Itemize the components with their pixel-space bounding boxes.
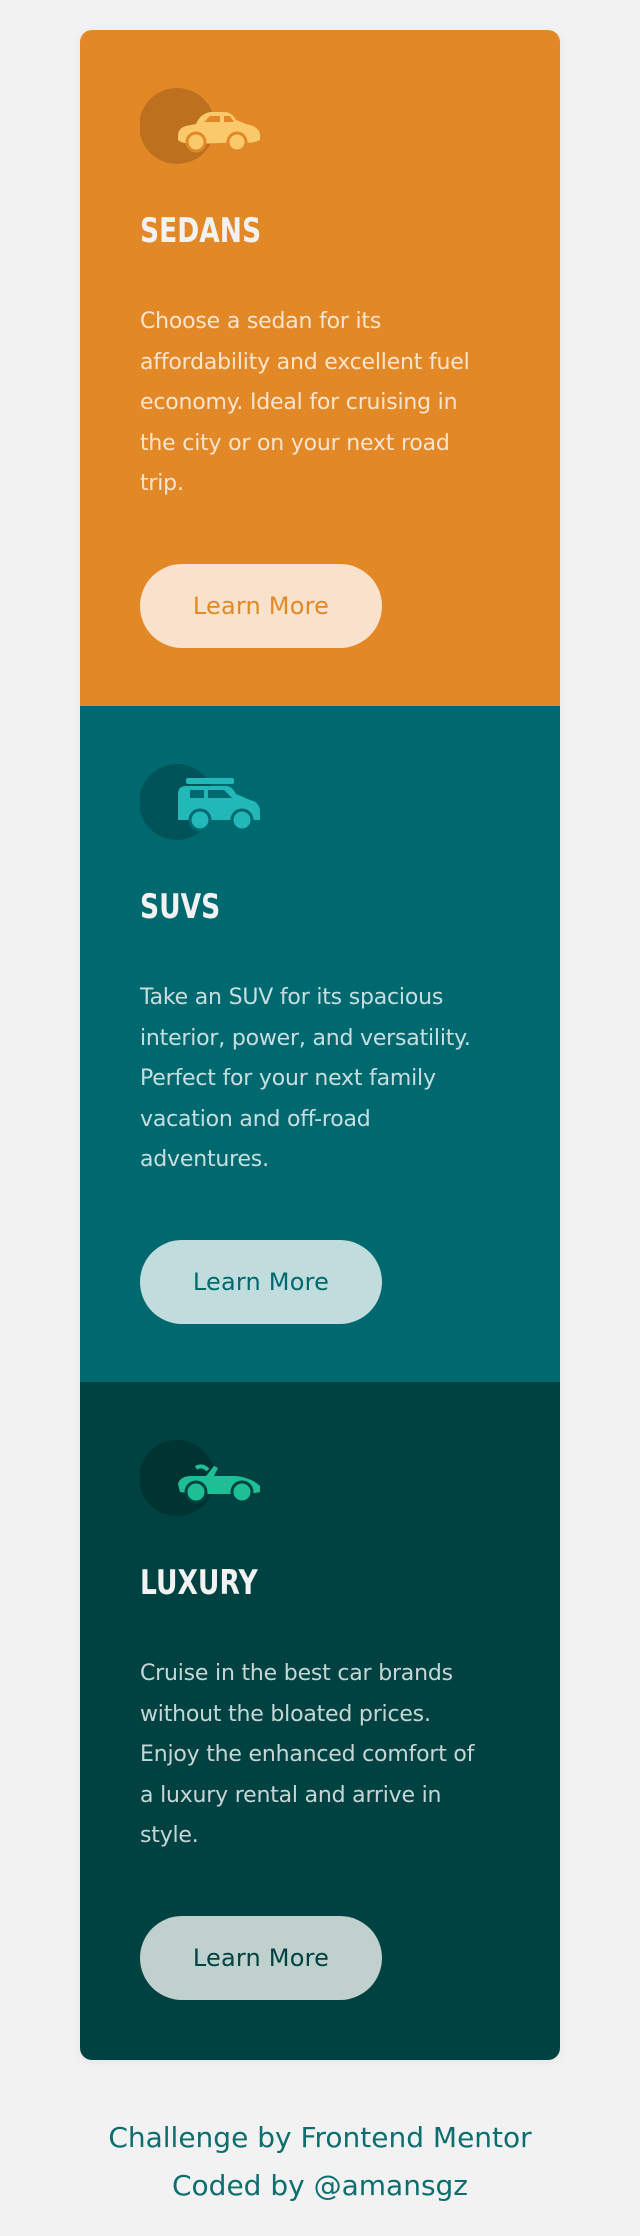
card-luxury: Luxury Cruise in the best car brands wit…	[80, 1382, 560, 2060]
learn-more-button[interactable]: Learn More	[140, 1916, 382, 2000]
card-suvs: SUVs Take an SUV for its spacious interi…	[80, 706, 560, 1382]
card-description: Cruise in the best car brands without th…	[140, 1661, 475, 1848]
card-title: Luxury	[140, 1563, 258, 1603]
card-title: Sedans	[140, 211, 262, 251]
learn-more-button[interactable]: Learn More	[140, 564, 382, 648]
luxury-car-icon	[140, 1440, 260, 1516]
card-group: Sedans Choose a sedan for its affordabil…	[80, 30, 560, 2060]
card-description: Take an SUV for its spacious interior, p…	[140, 985, 471, 1172]
sedan-car-icon	[140, 88, 260, 164]
learn-more-button[interactable]: Learn More	[140, 1240, 382, 1324]
page: Sedans Choose a sedan for its affordabil…	[0, 0, 640, 2236]
card-description: Choose a sedan for its affordability and…	[140, 309, 470, 496]
suv-car-icon	[140, 764, 260, 840]
card-title: SUVs	[140, 887, 221, 927]
attribution-challenge[interactable]: Challenge by Frontend Mentor	[0, 2114, 640, 2162]
card-sedans: Sedans Choose a sedan for its affordabil…	[80, 30, 560, 706]
attribution-coded-by[interactable]: Coded by @amansgz	[0, 2162, 640, 2210]
